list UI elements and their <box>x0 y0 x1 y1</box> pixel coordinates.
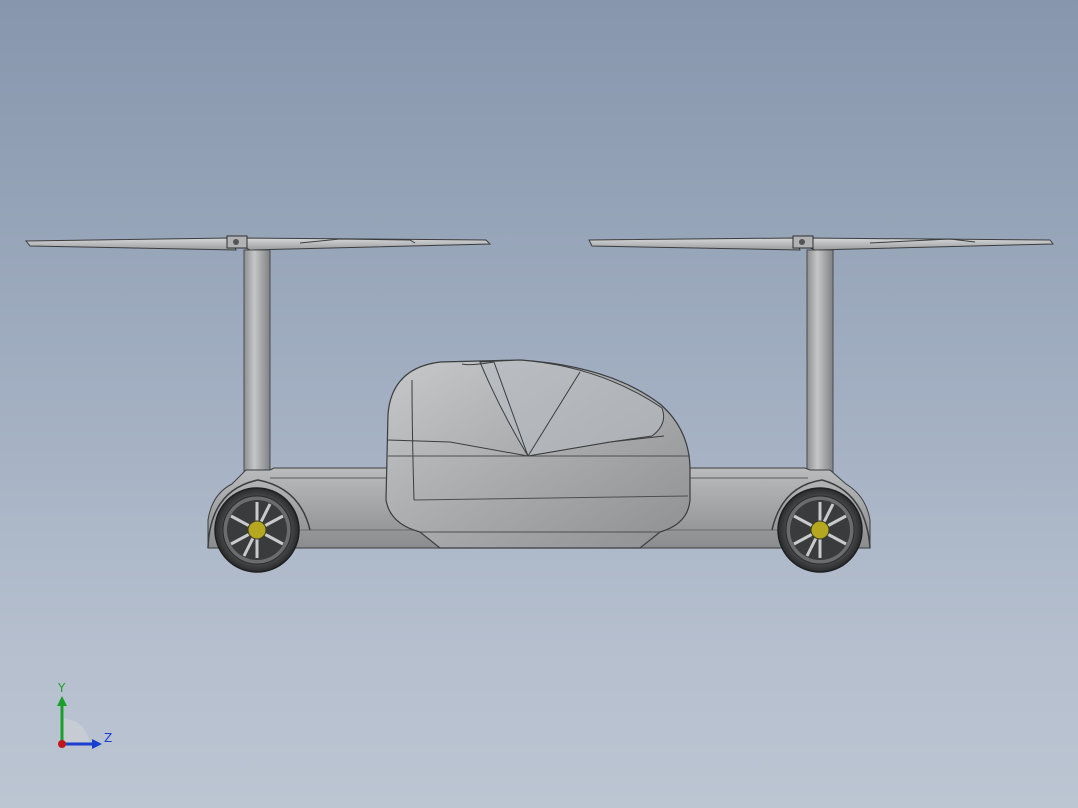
right-wheel[interactable] <box>777 487 863 573</box>
right-rotor[interactable] <box>588 235 1054 251</box>
x-axis-dot-icon <box>58 740 66 748</box>
left-rotor[interactable] <box>24 235 492 251</box>
coordinate-triad[interactable]: Y Z <box>40 680 130 760</box>
graphics-viewport[interactable]: Y Z <box>0 0 1078 808</box>
left-rotor-blade-left <box>24 237 237 251</box>
right-mast <box>806 249 834 479</box>
z-axis-label: Z <box>104 731 112 745</box>
left-wheel[interactable] <box>214 487 300 573</box>
y-axis-label: Y <box>57 681 66 695</box>
triad-plane-icon <box>62 718 90 744</box>
right-rotor-blade-left <box>588 237 801 251</box>
flying-car-model[interactable] <box>0 0 1078 808</box>
y-axis-arrow-icon <box>57 696 67 706</box>
left-mast <box>243 249 271 479</box>
z-axis-arrow-icon <box>92 739 102 749</box>
